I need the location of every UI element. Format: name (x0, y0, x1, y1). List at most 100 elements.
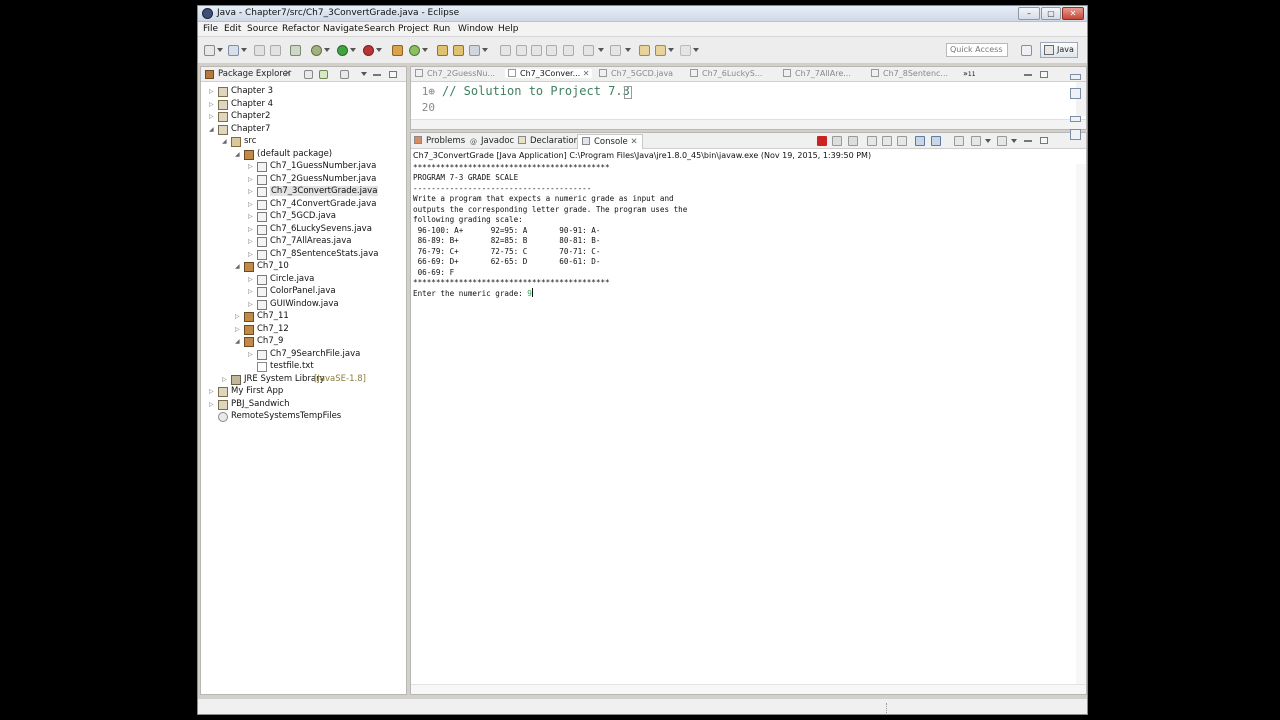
minimize-editor-icon[interactable] (1024, 74, 1032, 76)
next-edit-dropdown-icon[interactable] (598, 48, 604, 52)
open-task-icon[interactable] (453, 45, 464, 56)
close-view-icon[interactable]: ✕ (284, 69, 292, 79)
focus-on-task-icon[interactable] (340, 70, 349, 79)
menu-navigate[interactable]: Navigate (323, 24, 363, 34)
maximize-view-icon[interactable] (389, 71, 397, 78)
show-on-stdout-icon[interactable] (915, 136, 925, 146)
tab-console[interactable]: Console ✕ (577, 134, 643, 149)
folded-code-marker[interactable] (624, 86, 632, 99)
editor-tab[interactable]: Ch7_8Sentenc... (871, 69, 948, 78)
block-selection-icon[interactable] (546, 45, 557, 56)
open-console-dropdown-icon[interactable] (1011, 139, 1017, 143)
maximize-console-icon[interactable] (1040, 137, 1048, 144)
collapsed-arrow-icon[interactable]: ▷ (248, 276, 253, 283)
show-whitespace-icon[interactable] (563, 45, 574, 56)
back-dropdown-icon[interactable] (668, 48, 674, 52)
collapsed-arrow-icon[interactable]: ▷ (248, 226, 253, 233)
menu-window[interactable]: Window (458, 24, 494, 34)
console-horizontal-scrollbar[interactable] (411, 684, 1086, 694)
new-java-project-icon[interactable] (392, 45, 403, 56)
new-dropdown-icon[interactable] (217, 48, 223, 52)
new-class-icon[interactable] (409, 45, 420, 56)
collapsed-arrow-icon[interactable]: ▷ (222, 376, 227, 383)
view-menu-icon[interactable] (361, 72, 367, 76)
new-icon[interactable] (204, 45, 215, 56)
word-wrap-icon[interactable] (897, 136, 907, 146)
collapsed-arrow-icon[interactable]: ▷ (248, 288, 253, 295)
terminate-icon[interactable] (817, 136, 827, 146)
maximize-editor-icon[interactable] (1040, 71, 1048, 78)
editor-tab[interactable]: Ch7_7AllAre... (783, 69, 851, 78)
external-tools-dropdown-icon[interactable] (376, 48, 382, 52)
previous-edit-icon[interactable] (610, 45, 621, 56)
console-output[interactable]: ****************************************… (413, 163, 1043, 300)
open-console-icon[interactable] (997, 136, 1007, 146)
tab-problems[interactable]: Problems (414, 136, 465, 146)
close-tab-icon[interactable]: ✕ (630, 137, 637, 147)
previous-edit-dropdown-icon[interactable] (625, 48, 631, 52)
clear-console-icon[interactable] (867, 136, 877, 146)
menu-file[interactable]: File (203, 24, 218, 34)
menu-help[interactable]: Help (498, 24, 519, 34)
collapsed-arrow-icon[interactable]: ▷ (248, 188, 253, 195)
restore-icon[interactable] (1070, 116, 1081, 122)
editor-tab[interactable]: Ch7_2GuessNu... (415, 69, 495, 78)
menu-run[interactable]: Run (433, 24, 450, 34)
back-icon[interactable] (655, 45, 666, 56)
outline-icon[interactable] (1070, 129, 1081, 140)
menu-edit[interactable]: Edit (224, 24, 241, 34)
console-vertical-scrollbar[interactable] (1076, 164, 1086, 684)
collapsed-arrow-icon[interactable]: ▷ (248, 176, 253, 183)
expanded-arrow-icon[interactable]: ◢ (209, 126, 214, 133)
pin-console-icon[interactable] (954, 136, 964, 146)
console-dropdown-icon[interactable] (985, 139, 991, 143)
forward-dropdown-icon[interactable] (693, 48, 699, 52)
menu-project[interactable]: Project (398, 24, 429, 34)
maximize-button[interactable]: ▢ (1041, 7, 1061, 20)
quick-access-field[interactable]: Quick Access (946, 43, 1008, 57)
menu-source[interactable]: Source (247, 24, 278, 34)
collapsed-arrow-icon[interactable]: ▷ (248, 213, 253, 220)
mark-occurrences-icon[interactable] (500, 45, 511, 56)
restore-icon[interactable] (1070, 74, 1081, 80)
remove-all-terminated-icon[interactable] (848, 136, 858, 146)
search-dropdown-icon[interactable] (482, 48, 488, 52)
save-icon[interactable] (228, 45, 239, 56)
forward-icon[interactable] (680, 45, 691, 56)
task-list-icon[interactable] (1070, 88, 1081, 99)
close-button[interactable]: ✕ (1062, 7, 1084, 20)
collapse-all-icon[interactable] (304, 70, 313, 79)
menu-search[interactable]: Search (364, 24, 395, 34)
external-tools-icon[interactable] (363, 45, 374, 56)
open-type-icon[interactable] (437, 45, 448, 56)
collapsed-arrow-icon[interactable]: ▷ (209, 101, 214, 108)
minimize-console-icon[interactable] (1024, 140, 1032, 142)
collapsed-arrow-icon[interactable]: ▷ (209, 88, 214, 95)
save-dropdown-icon[interactable] (241, 48, 247, 52)
search-icon[interactable] (469, 45, 480, 56)
collapsed-arrow-icon[interactable]: ▷ (248, 238, 253, 245)
collapsed-arrow-icon[interactable]: ▷ (209, 388, 214, 395)
expanded-arrow-icon[interactable]: ◢ (235, 338, 240, 345)
editor-tab[interactable]: Ch7_6LuckyS... (690, 69, 762, 78)
debug-dropdown-icon[interactable] (324, 48, 330, 52)
collapsed-arrow-icon[interactable]: ▷ (209, 401, 214, 408)
new-class-dropdown-icon[interactable] (422, 48, 428, 52)
expanded-arrow-icon[interactable]: ◢ (222, 138, 227, 145)
menu-refactor[interactable]: Refactor (282, 24, 320, 34)
print-icon[interactable] (270, 45, 281, 56)
close-tab-icon[interactable]: ✕ (583, 69, 590, 78)
toggle-breakpoint-icon[interactable] (290, 45, 301, 56)
collapsed-arrow-icon[interactable]: ▷ (248, 163, 253, 170)
debug-icon[interactable] (311, 45, 322, 56)
open-perspective-icon[interactable] (1021, 45, 1032, 56)
toggle-whitespace-icon[interactable] (531, 45, 542, 56)
collapsed-arrow-icon[interactable]: ▷ (248, 351, 253, 358)
collapsed-arrow-icon[interactable]: ▷ (248, 251, 253, 258)
run-dropdown-icon[interactable] (350, 48, 356, 52)
expanded-arrow-icon[interactable]: ◢ (235, 263, 240, 270)
run-icon[interactable] (337, 45, 348, 56)
tab-overflow-button[interactable]: »11 (963, 69, 976, 78)
tab-declaration[interactable]: Declaration (518, 136, 579, 146)
next-edit-icon[interactable] (583, 45, 594, 56)
